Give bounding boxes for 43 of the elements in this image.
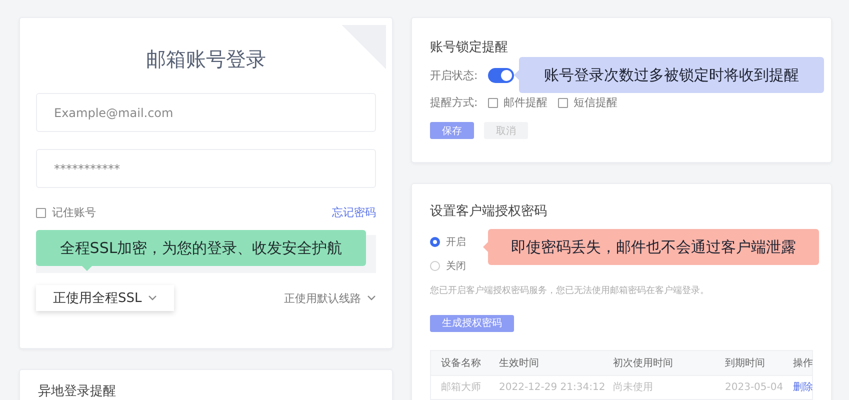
- email-field[interactable]: Example@mail.com: [36, 93, 376, 132]
- lock-tooltip: 账号登录次数过多被锁定时将收到提醒: [519, 57, 824, 93]
- method-label: 提醒方式:: [430, 95, 478, 110]
- tooltip-pointer: [514, 70, 519, 80]
- method-checkbox[interactable]: [488, 98, 498, 108]
- status-label: 开启状态:: [430, 68, 478, 83]
- radio-button[interactable]: [430, 237, 440, 247]
- radio-button[interactable]: [430, 261, 440, 271]
- radio-label: 关闭: [446, 260, 466, 273]
- save-button[interactable]: 保存: [430, 122, 474, 139]
- radio-label: 开启: [446, 236, 466, 249]
- column-header: 操作: [793, 356, 813, 370]
- column-header: 生效时间: [499, 356, 540, 370]
- service-note: 您已开启客户端授权密码服务，您已无法使用邮箱密码在客户端登录。: [430, 284, 710, 297]
- column-header: 到期时间: [725, 356, 766, 370]
- password-tooltip: 即使密码丢失，邮件也不会通过客户端泄露: [488, 229, 819, 265]
- tooltip-pointer: [483, 242, 488, 252]
- column-header: 初次使用时间: [613, 356, 674, 370]
- remember-checkbox[interactable]: [36, 208, 46, 218]
- generate-password-button[interactable]: 生成授权密码: [430, 314, 514, 332]
- method-label: 邮件提醒: [504, 95, 548, 110]
- card-title: 异地登录提醒: [38, 383, 117, 400]
- method-checkbox[interactable]: [558, 98, 568, 108]
- table-cell-text: 2022-12-29 21:34:12: [499, 382, 606, 392]
- table-cell-text: 2023-05-04: [725, 382, 784, 392]
- chevron-down-icon: [367, 295, 376, 301]
- ssl-dropdown[interactable]: 正使用全程SSL: [36, 285, 174, 311]
- card-title: 账号锁定提醒: [430, 39, 509, 56]
- chevron-down-icon: [148, 295, 157, 301]
- route-dropdown[interactable]: 正使用默认线路: [284, 290, 376, 306]
- login-title: 邮箱账号登录: [145, 46, 267, 73]
- forgot-password-link[interactable]: 忘记密码: [332, 205, 376, 220]
- remember-label: 记住账号: [52, 205, 96, 220]
- password-field[interactable]: ***********: [36, 149, 376, 188]
- table-cell-text: 邮箱大师: [441, 380, 482, 394]
- method-label: 短信提醒: [574, 95, 618, 110]
- tooltip-pointer: [82, 266, 92, 271]
- column-header: 设备名称: [441, 356, 482, 370]
- status-toggle[interactable]: [488, 68, 514, 83]
- table-cell-text: 尚未使用: [613, 380, 654, 394]
- card-title: 设置客户端授权密码: [430, 203, 548, 220]
- ssl-tooltip: 全程SSL加密，为您的登录、收发安全护航: [36, 230, 366, 266]
- delete-link[interactable]: 删除: [793, 380, 813, 394]
